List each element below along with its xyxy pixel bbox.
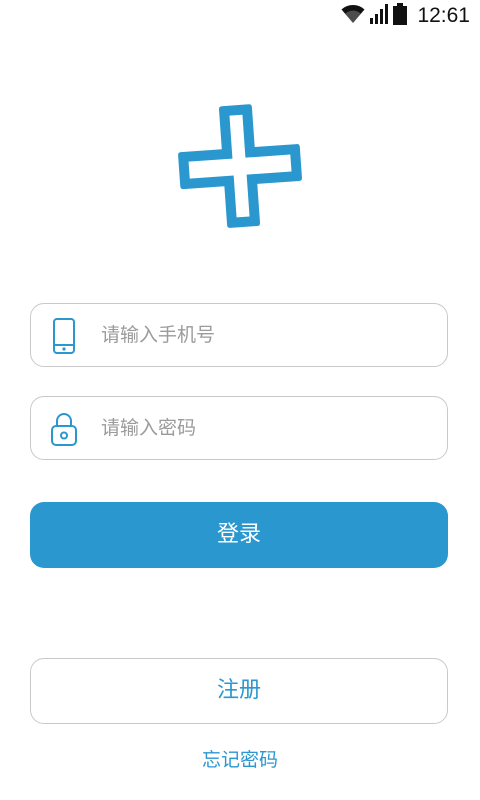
medical-cross-logo [174, 102, 308, 230]
forgot-password-link[interactable]: 忘记密码 [0, 746, 480, 774]
register-button[interactable]: 注册 [30, 658, 448, 724]
status-icons: 12:61 [341, 3, 470, 29]
lock-icon [49, 411, 79, 447]
status-time: 12:61 [417, 4, 470, 27]
password-input[interactable]: 请输入密码 [101, 397, 196, 459]
wifi-icon [341, 4, 365, 28]
login-button[interactable]: 登录 [30, 502, 448, 568]
phone-input[interactable]: 请输入手机号 [101, 304, 215, 366]
phone-icon [49, 318, 79, 354]
password-field[interactable]: 请输入密码 [30, 396, 448, 460]
phone-field[interactable]: 请输入手机号 [30, 303, 448, 367]
signal-icon [369, 4, 389, 28]
battery-icon [393, 3, 408, 29]
status-bar: 12:61 [0, 0, 480, 32]
